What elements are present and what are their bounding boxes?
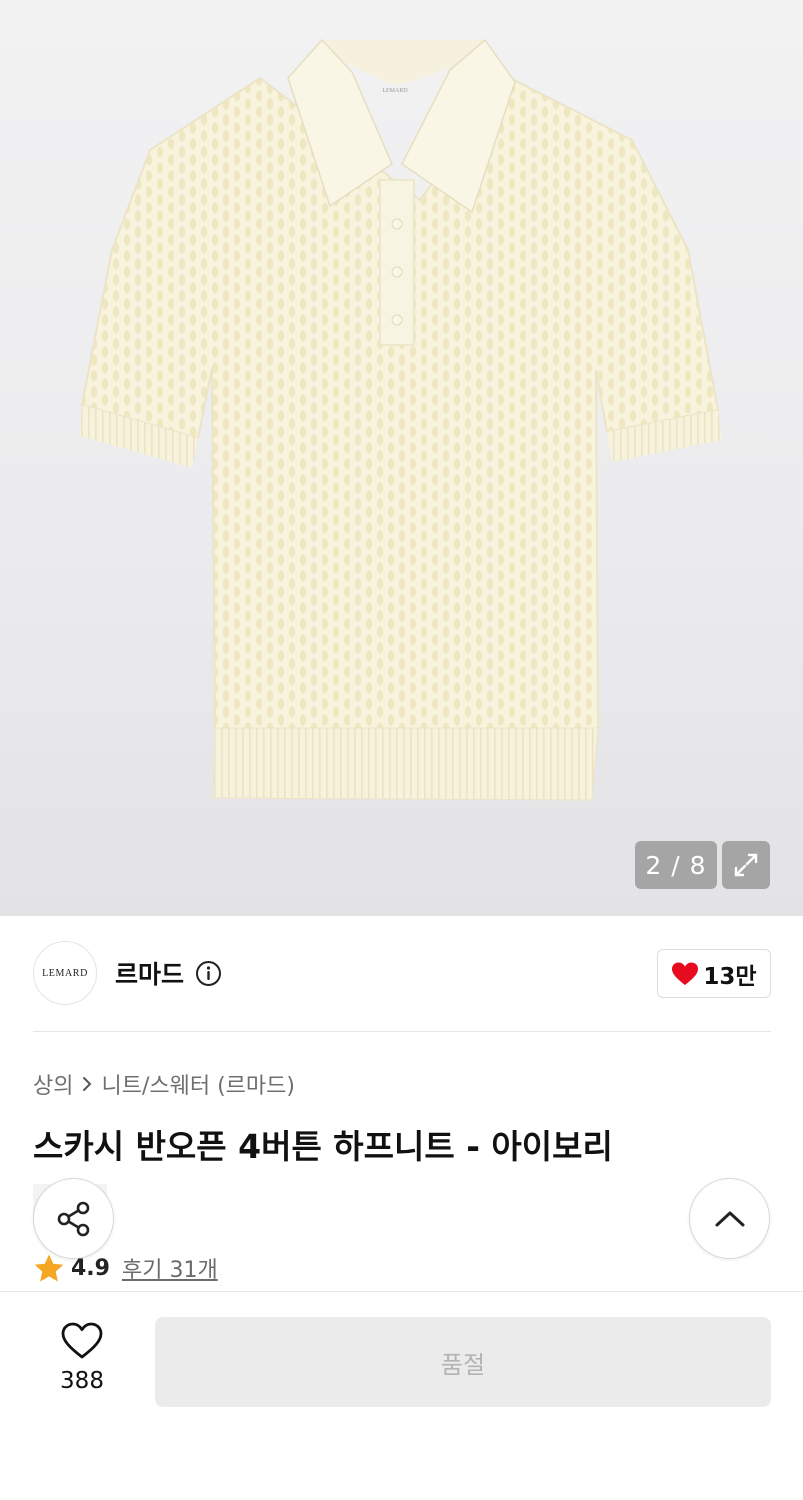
chevron-right-icon <box>83 1077 92 1091</box>
product-image-gallery[interactable]: LEMARD 2 / 8 <box>0 0 803 916</box>
breadcrumb: 상의 니트/스웨터 (르마드) <box>33 1068 295 1100</box>
brand-like-button[interactable]: 13만 <box>657 949 771 998</box>
chevron-up-icon <box>715 1211 744 1226</box>
share-button[interactable] <box>33 1178 114 1259</box>
heart-outline-icon <box>61 1322 103 1359</box>
breadcrumb-subcategory[interactable]: 니트/스웨터 (르마드) <box>101 1068 295 1100</box>
garment-label: LEMARD <box>382 88 408 94</box>
image-counter: 2 / 8 <box>635 841 717 889</box>
scroll-top-button[interactable] <box>689 1178 770 1259</box>
expand-button[interactable] <box>722 841 770 889</box>
expand-icon <box>734 853 758 877</box>
brand-logo-text: LEMARD <box>42 967 88 979</box>
product-image: LEMARD <box>80 38 722 801</box>
brand-name[interactable]: 르마드 <box>115 955 184 991</box>
brand-like-count: 13만 <box>703 963 757 990</box>
brand-logo[interactable]: LEMARD <box>33 941 97 1005</box>
rating-summary: 4.9 후기 31개 <box>33 1252 218 1284</box>
reviews-link[interactable]: 후기 31개 <box>122 1252 218 1284</box>
heart-filled-icon <box>672 962 699 985</box>
wishlist-button[interactable]: 388 <box>40 1322 124 1394</box>
divider <box>33 1031 771 1032</box>
rating-score: 4.9 <box>71 1255 110 1281</box>
star-icon <box>34 1254 64 1282</box>
product-title: 스카시 반오픈 4버튼 하프니트 - 아이보리 <box>33 1127 613 1166</box>
soldout-button[interactable]: 품절 <box>155 1317 771 1407</box>
share-icon <box>57 1201 89 1236</box>
wishlist-count: 388 <box>60 1368 104 1394</box>
info-icon[interactable] <box>195 960 222 987</box>
breadcrumb-category[interactable]: 상의 <box>33 1068 73 1100</box>
